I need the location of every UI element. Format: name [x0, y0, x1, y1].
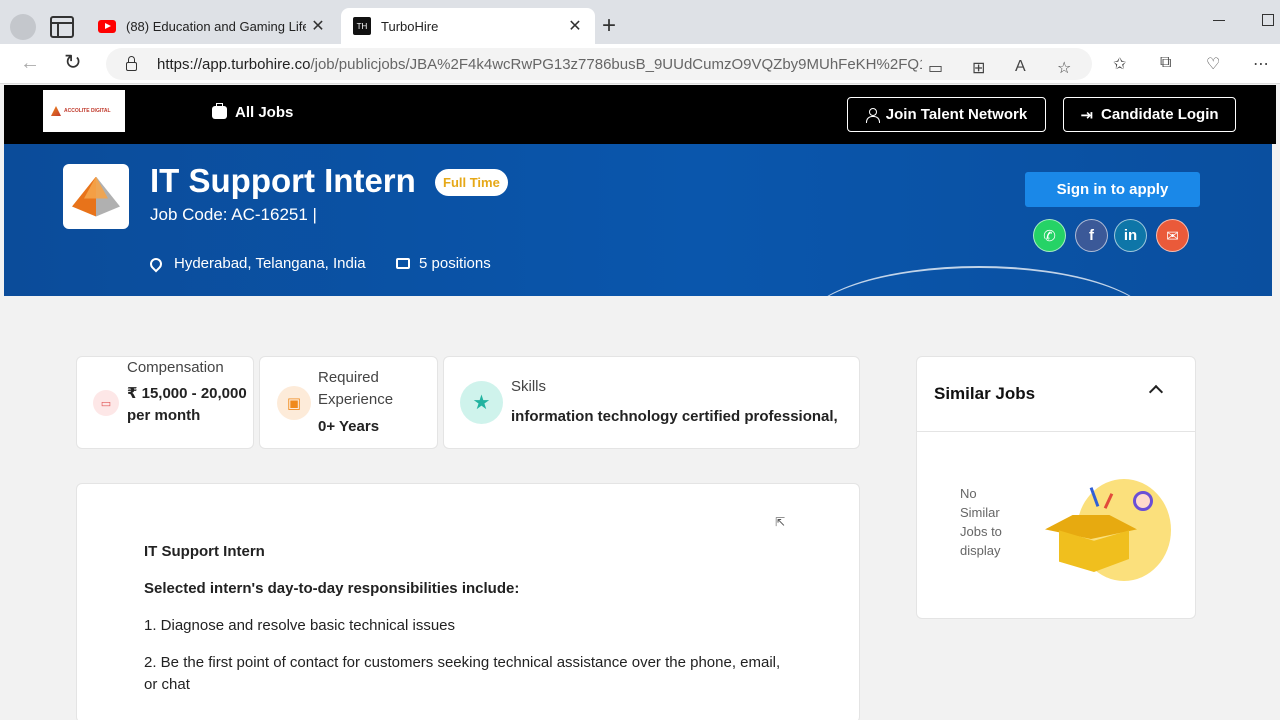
job-company-logo: [63, 164, 129, 229]
whatsapp-share-icon[interactable]: ✆: [1033, 219, 1066, 252]
similar-jobs-header[interactable]: Similar Jobs: [917, 357, 1195, 432]
reload-icon[interactable]: ↻: [64, 50, 82, 75]
favorite-star-icon[interactable]: ☆: [1057, 58, 1071, 78]
job-location-text: Hyderabad, Telangana, India: [174, 255, 366, 272]
minimize-icon[interactable]: [1213, 20, 1225, 21]
mouse-cursor-icon: ⇱: [775, 515, 786, 529]
decorative-arc: [804, 266, 1154, 296]
pyramid-logo-icon: [72, 176, 120, 217]
job-title: IT Support Intern: [150, 162, 416, 199]
maximize-icon[interactable]: [1262, 14, 1274, 26]
job-type-badge: Full Time: [435, 169, 508, 196]
browser-essentials-icon[interactable]: ♡: [1206, 54, 1220, 74]
tab-actions-icon[interactable]: [50, 16, 74, 38]
logo-text: ACCOLITE DIGITAL: [64, 108, 111, 114]
briefcase-icon: ▣: [277, 386, 311, 420]
similar-jobs-panel: Similar Jobs No Similar Jobs to display: [916, 356, 1196, 619]
tab-title: (88) Education and Gaming Life: [126, 18, 306, 34]
skills-value: information technology certified profess…: [511, 408, 838, 425]
profile-icon[interactable]: [10, 14, 36, 40]
empty-box-illustration: [1041, 475, 1173, 585]
briefcase-icon: [212, 103, 227, 119]
compensation-value: ₹ 15,000 - 20,000 per month: [127, 385, 247, 424]
star-icon: ★: [460, 381, 503, 424]
job-code: Job Code: AC-16251 |: [150, 205, 317, 224]
all-jobs-link[interactable]: All Jobs: [212, 103, 294, 121]
url-text: https://app.turbohire.co/job/publicjobs/…: [157, 56, 922, 73]
back-arrow-icon[interactable]: ←: [20, 52, 40, 75]
new-tab-icon[interactable]: +: [602, 14, 616, 38]
description-heading: IT Support Intern: [144, 543, 265, 560]
url-field[interactable]: https://app.turbohire.co/job/publicjobs/…: [106, 48, 1092, 80]
description-item: 1. Diagnose and resolve basic technical …: [144, 617, 456, 634]
more-menu-icon[interactable]: ⋯: [1253, 54, 1269, 74]
job-positions: 5 positions: [396, 255, 491, 272]
experience-value: 0+ Years: [318, 418, 380, 435]
experience-card: ▣ Required Experience 0+ Years: [259, 356, 438, 449]
address-bar-row: ← ↻ https://app.turbohire.co/job/publicj…: [0, 44, 1280, 84]
lock-icon[interactable]: [126, 56, 137, 71]
browser-tab-turbohire[interactable]: TH TurboHire ✕: [341, 8, 595, 44]
sign-in-to-apply-button[interactable]: Sign in to apply: [1025, 172, 1200, 207]
similar-jobs-title: Similar Jobs: [934, 384, 1036, 403]
job-positions-text: 5 positions: [419, 255, 491, 272]
site-header: ACCOLITE DIGITAL All Jobs Join Talent Ne…: [4, 85, 1276, 144]
compensation-label: Compensation: [127, 359, 224, 376]
description-subheading: Selected intern's day-to-day responsibil…: [144, 580, 520, 597]
job-description: ⇱ IT Support Intern Selected intern's da…: [76, 483, 860, 720]
job-location: Hyderabad, Telangana, India: [147, 255, 366, 272]
no-similar-jobs-text: No Similar Jobs to display: [960, 486, 1002, 558]
company-logo[interactable]: ACCOLITE DIGITAL: [43, 90, 125, 132]
join-talent-label: Join Talent Network: [885, 106, 1028, 123]
briefcase-icon: [396, 258, 410, 269]
favorites-icon[interactable]: ✩: [1113, 54, 1126, 74]
browser-tab-youtube[interactable]: (88) Education and Gaming Life ✕: [88, 8, 338, 44]
join-talent-network-button[interactable]: Join Talent Network: [847, 97, 1046, 132]
skills-card: ★ Skills information technology certifie…: [443, 356, 860, 449]
app-available-icon[interactable]: ▭: [928, 58, 943, 78]
close-tab-icon[interactable]: ✕: [306, 16, 330, 36]
all-jobs-label: All Jobs: [235, 104, 294, 121]
facebook-share-icon[interactable]: f: [1075, 219, 1108, 252]
user-icon: [865, 107, 880, 123]
description-item: 2. Be the first point of contact for cus…: [144, 654, 781, 693]
linkedin-share-icon[interactable]: in: [1114, 219, 1147, 252]
logo-mark-icon: [51, 106, 61, 116]
money-icon: ▭: [93, 390, 119, 416]
experience-label: Required Experience: [318, 369, 394, 408]
candidate-login-label: Candidate Login: [1101, 106, 1219, 123]
login-icon: ⇥: [1080, 106, 1094, 124]
browser-tab-bar: (88) Education and Gaming Life ✕ TH Turb…: [0, 0, 1280, 44]
chevron-up-icon[interactable]: [1148, 384, 1164, 400]
location-pin-icon: [147, 255, 165, 272]
tab-title: TurboHire: [381, 18, 439, 34]
close-tab-icon[interactable]: ✕: [563, 16, 587, 36]
youtube-icon: [98, 19, 116, 33]
collections-icon[interactable]: ⧉: [1160, 54, 1171, 72]
read-aloud-icon[interactable]: A: [1015, 58, 1026, 76]
turbohire-icon: TH: [353, 17, 371, 35]
job-hero-banner: IT Support Intern Full Time Job Code: AC…: [4, 144, 1272, 296]
skills-label: Skills: [511, 378, 547, 395]
email-share-icon[interactable]: ✉: [1156, 219, 1189, 252]
extensions-icon[interactable]: ⊞: [972, 58, 985, 78]
compensation-card: ▭ Compensation ₹ 15,000 - 20,000 per mon…: [76, 356, 254, 449]
candidate-login-button[interactable]: ⇥ Candidate Login: [1063, 97, 1236, 132]
